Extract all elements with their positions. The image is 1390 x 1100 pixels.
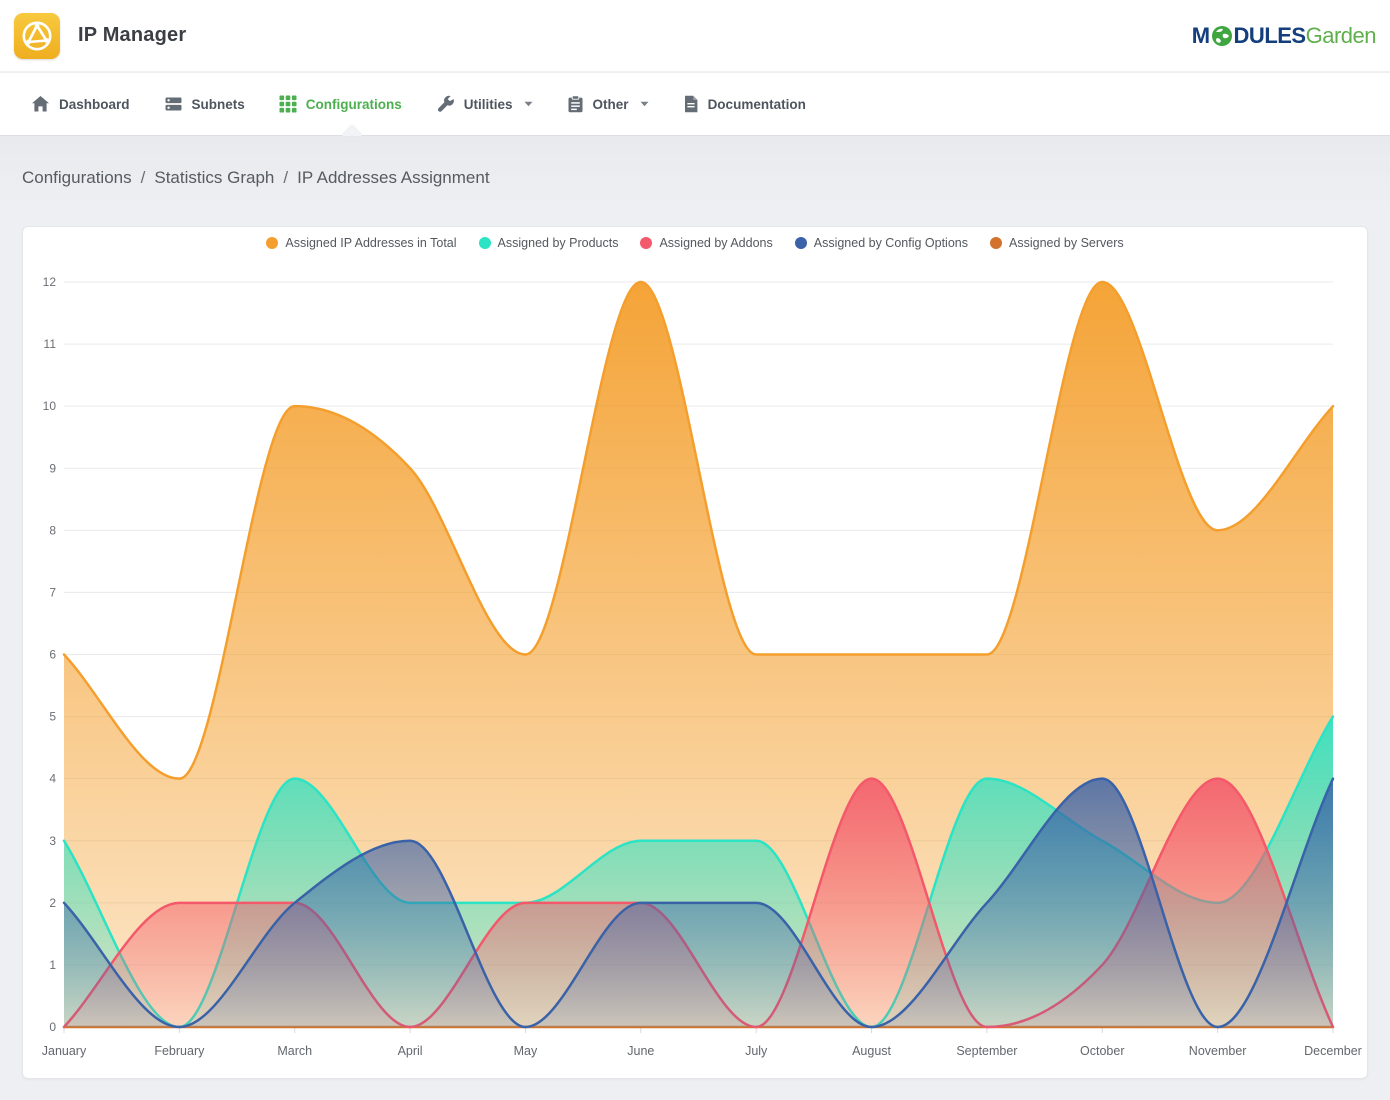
nav-item-configurations[interactable]: Configurations [262,73,419,135]
legend-color-dot [640,237,652,249]
x-axis-tick-label: April [398,1044,423,1058]
nav-label: Dashboard [59,97,130,112]
y-axis-tick-label: 4 [49,772,56,786]
x-axis-tick-label: September [956,1044,1017,1058]
breadcrumb-separator: / [141,168,146,187]
nav-label: Subnets [192,97,245,112]
legend-item[interactable]: Assigned by Servers [990,236,1124,250]
nav-label: Utilities [464,97,513,112]
y-axis-tick-label: 12 [43,275,57,289]
breadcrumb-statistics-graph[interactable]: Statistics Graph [154,168,274,187]
legend-color-dot [266,237,278,249]
y-axis-tick-label: 10 [43,399,57,413]
nav-item-utilities[interactable]: Utilities [419,73,550,135]
chart-legend: Assigned IP Addresses in Total Assigned b… [23,236,1367,250]
legend-item[interactable]: Assigned by Products [479,236,619,250]
clipboard-icon [567,95,584,113]
legend-label: Assigned IP Addresses in Total [285,236,456,250]
brand-text-m: M [1192,24,1210,48]
legend-label: Assigned by Config Options [814,236,968,250]
legend-item[interactable]: Assigned IP Addresses in Total [266,236,456,250]
x-axis-tick-label: July [745,1044,768,1058]
main-nav: Dashboard Subnets Configurations Utiliti… [0,73,1390,135]
subnets-icon [164,95,183,113]
modulesgarden-logo: M DULES Garden [1192,24,1376,48]
y-axis-tick-label: 11 [44,337,57,351]
chevron-down-icon [640,101,649,107]
nav-label: Other [593,97,629,112]
legend-item[interactable]: Assigned by Addons [640,236,772,250]
legend-color-dot [795,237,807,249]
globe-icon [1211,25,1233,47]
nav-item-documentation[interactable]: Documentation [666,73,823,135]
chevron-down-icon [524,101,533,107]
statistics-chart: 0123456789101112JanuaryFebruaryMarchApri… [23,227,1369,1080]
nav-label: Configurations [306,97,402,112]
wrench-icon [436,95,455,114]
breadcrumb-configurations[interactable]: Configurations [22,168,132,187]
active-tab-notch [342,126,362,136]
x-axis-tick-label: December [1304,1044,1362,1058]
app-logo-icon [14,13,60,59]
legend-label: Assigned by Products [498,236,619,250]
legend-color-dot [479,237,491,249]
nav-item-other[interactable]: Other [550,73,666,135]
y-axis-tick-label: 0 [49,1020,56,1034]
breadcrumb-separator: / [283,168,288,187]
nav-item-subnets[interactable]: Subnets [147,73,262,135]
nav-item-dashboard[interactable]: Dashboard [14,73,147,135]
legend-item[interactable]: Assigned by Config Options [795,236,968,250]
x-axis-tick-label: August [852,1044,891,1058]
y-axis-tick-label: 3 [49,834,56,848]
page-title: IP Manager [78,24,186,47]
legend-label: Assigned by Servers [1009,236,1124,250]
y-axis-tick-label: 1 [49,958,56,972]
x-axis-tick-label: January [42,1044,87,1058]
breadcrumb-current: IP Addresses Assignment [297,168,489,187]
x-axis-tick-label: October [1080,1044,1124,1058]
y-axis-tick-label: 5 [49,710,56,724]
nav-label: Documentation [708,97,806,112]
app-header: IP Manager M DULES Garden [0,0,1390,72]
brand-text-garden: Garden [1306,24,1376,48]
page-content: Configurations / Statistics Graph / IP Addre… [0,135,1390,1100]
document-icon [683,95,699,113]
y-axis-tick-label: 8 [49,523,56,537]
home-icon [31,95,50,113]
x-axis-tick-label: June [627,1044,654,1058]
chart-card: Assigned IP Addresses in Total Assigned b… [22,226,1368,1079]
grid-icon [279,95,297,113]
y-axis-tick-label: 2 [49,896,56,910]
y-axis-tick-label: 6 [49,648,56,662]
y-axis-tick-label: 7 [49,585,56,599]
x-axis-tick-label: March [277,1044,312,1058]
legend-label: Assigned by Addons [659,236,772,250]
x-axis-tick-label: November [1189,1044,1247,1058]
brand-text-dules: DULES [1234,24,1306,48]
y-axis-tick-label: 9 [49,461,56,475]
x-axis-tick-label: May [514,1044,538,1058]
legend-color-dot [990,237,1002,249]
breadcrumb: Configurations / Statistics Graph / IP Addre… [22,168,490,188]
x-axis-tick-label: February [154,1044,205,1058]
